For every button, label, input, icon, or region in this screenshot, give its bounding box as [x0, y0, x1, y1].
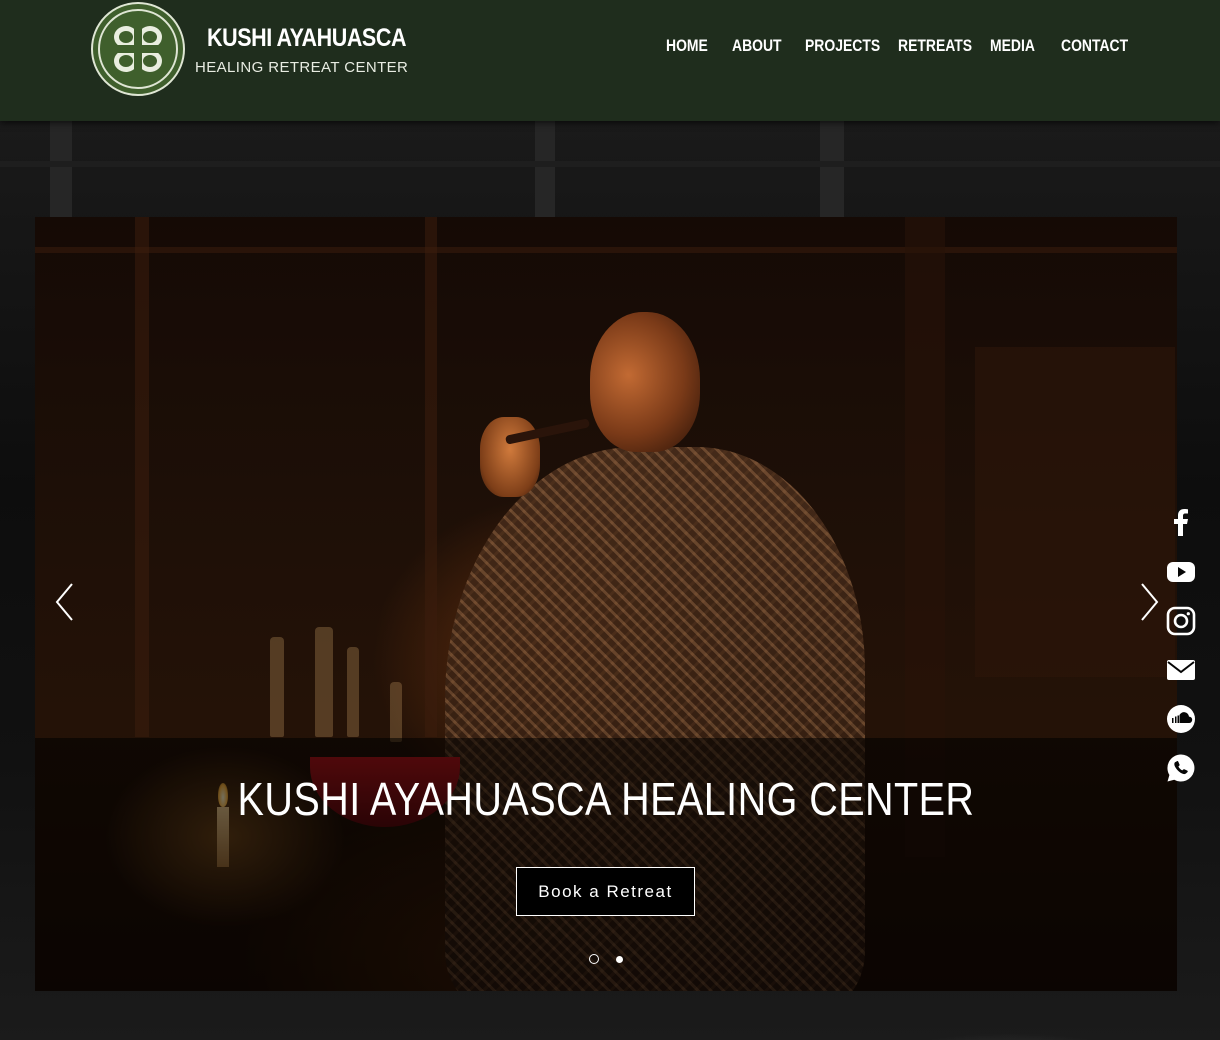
figure-head: [590, 312, 700, 452]
background-post: [50, 121, 72, 217]
bottle: [315, 627, 333, 737]
nav-retreats[interactable]: RETREATS: [898, 36, 972, 56]
book-retreat-button[interactable]: Book a Retreat: [516, 867, 695, 916]
youtube-icon[interactable]: [1166, 557, 1196, 587]
hero-title: KUSHI AYAHUASCA HEALING CENTER: [237, 773, 975, 825]
background-post: [820, 121, 844, 217]
nav-about[interactable]: ABOUT: [732, 36, 782, 56]
chevron-right-icon[interactable]: [1137, 580, 1161, 624]
background-post: [535, 121, 555, 217]
bottle: [270, 637, 284, 737]
nav-projects[interactable]: PROJECTS: [805, 36, 880, 56]
soundcloud-icon[interactable]: [1166, 704, 1196, 734]
facebook-icon[interactable]: [1166, 508, 1196, 538]
background-beam: [0, 161, 1220, 167]
wall-post: [135, 217, 149, 737]
bottle: [347, 647, 359, 737]
chevron-left-icon[interactable]: [53, 580, 77, 624]
figure-hand: [480, 417, 540, 497]
whatsapp-icon[interactable]: [1166, 753, 1196, 783]
site-header: KUSHI AYAHUASCA HEALING RETREAT CENTER H…: [0, 0, 1220, 121]
bottle: [390, 682, 402, 742]
wall-beam: [35, 247, 1177, 253]
nav-home[interactable]: HOME: [666, 36, 708, 56]
mail-icon[interactable]: [1166, 655, 1196, 685]
nav-media[interactable]: MEDIA: [990, 36, 1035, 56]
slide-dot-1[interactable]: [589, 954, 599, 964]
slide-dot-2[interactable]: [616, 956, 623, 963]
nav-contact[interactable]: CONTACT: [1061, 36, 1128, 56]
main-nav: HOME ABOUT PROJECTS RETREATS MEDIA CONTA…: [0, 36, 1220, 62]
wall-post: [425, 217, 437, 737]
hero-slide: KUSHI AYAHUASCA HEALING CENTER Book a Re…: [35, 217, 1177, 991]
instagram-icon[interactable]: [1166, 606, 1196, 636]
wall-panel: [975, 347, 1175, 677]
